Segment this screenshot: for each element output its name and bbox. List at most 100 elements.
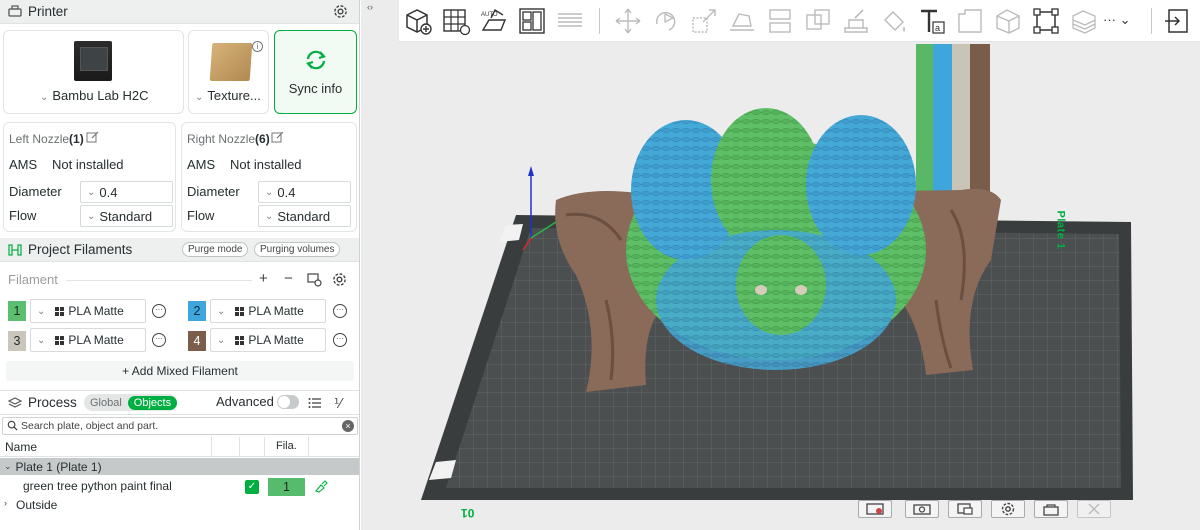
filament-spool-icon — [8, 243, 22, 257]
plate-tree-row[interactable]: ⌄ Plate 1 (Plate 1) — [0, 458, 359, 475]
fila-column-header[interactable]: Fila. — [264, 437, 308, 457]
add-mixed-filament-button[interactable]: + Add Mixed Filament — [6, 361, 354, 381]
3d-viewport[interactable]: ‹› Plate 1 01 AUTO a ··· ⌄ — [361, 0, 1200, 530]
emboss-icon[interactable] — [955, 6, 985, 36]
filament-select[interactable]: ⌄ PLA Matte — [210, 299, 326, 323]
left-diameter-select[interactable]: ⌄ 0.4 — [80, 181, 173, 203]
objects-tab[interactable]: Objects — [127, 395, 178, 410]
plate-row-label: Plate 1 (Plate 1) — [15, 459, 102, 474]
column-divider — [239, 437, 264, 457]
chevron-down-icon: ⌄ — [87, 186, 96, 198]
filament-number-badge[interactable]: 3 — [8, 331, 26, 351]
filament-divider — [66, 280, 252, 281]
svg-text:AUTO: AUTO — [481, 12, 498, 18]
support-paint-icon[interactable] — [841, 6, 871, 36]
more-options-icon[interactable]: ··· — [152, 304, 166, 318]
measure-icon[interactable] — [1031, 6, 1061, 36]
model-snake-head — [736, 235, 826, 335]
rotate-icon[interactable] — [651, 6, 681, 36]
right-nozzle-title: Right Nozzle — [187, 132, 256, 146]
filament-preset-icon — [55, 335, 65, 345]
more-options-icon[interactable]: ··· — [333, 304, 347, 318]
info-icon[interactable]: i — [252, 41, 263, 52]
sync-info-button[interactable]: Sync info — [274, 30, 357, 114]
right-flow-label: Flow — [187, 208, 215, 223]
lay-on-face-icon[interactable] — [727, 6, 757, 36]
filament-number-badge[interactable]: 2 — [188, 301, 206, 321]
object-tree-row[interactable]: green tree python paint final ✓ 1 — [0, 477, 359, 497]
filament-number-badge[interactable]: 4 — [188, 331, 206, 351]
scale-icon[interactable] — [689, 6, 719, 36]
right-ams-label: AMS — [187, 157, 216, 172]
top-toolbar: AUTO a ··· ⌄ — [399, 0, 1200, 42]
left-flow-select[interactable]: ⌄ Standard — [80, 205, 173, 227]
layer-height-icon[interactable] — [1069, 6, 1099, 36]
layers-icon[interactable] — [555, 6, 585, 36]
object-printable-checkbox[interactable]: ✓ — [245, 480, 259, 494]
plate-type-label: Texture... — [207, 88, 261, 103]
filaments-title: Project Filaments — [28, 242, 133, 257]
grid-icon[interactable] — [441, 6, 471, 36]
column-divider — [211, 437, 239, 457]
more-options-icon[interactable]: ··· — [333, 333, 347, 347]
add-filament-icon[interactable]: + — [259, 270, 268, 287]
outside-tree-row[interactable]: › Outside — [0, 497, 359, 515]
auto-orient-icon[interactable]: AUTO — [479, 6, 509, 36]
chevron-down-icon: ⌄ — [37, 334, 46, 346]
filament-select[interactable]: ⌄ PLA Matte — [210, 328, 326, 352]
list-view-icon[interactable] — [308, 397, 322, 412]
cut-icon[interactable] — [765, 6, 795, 36]
left-diameter-label: Diameter — [9, 184, 62, 199]
edit-icon[interactable] — [86, 131, 99, 147]
settings-plate-gear-icon[interactable] — [991, 500, 1025, 518]
object-table-header: Name Fila. — [0, 437, 359, 457]
camera-icon[interactable] — [905, 500, 939, 518]
edit-icon[interactable] — [271, 131, 284, 147]
purge-mode-button[interactable]: Purge mode — [182, 242, 249, 257]
filament-sync-icon[interactable] — [307, 273, 322, 290]
purging-volumes-button[interactable]: Purging volumes — [254, 242, 341, 257]
left-nozzle-title: Left Nozzle — [9, 132, 70, 146]
delete-plate-close-icon[interactable] — [1077, 500, 1111, 518]
layers-stack-icon — [8, 396, 22, 410]
text-icon[interactable]: a — [917, 6, 947, 36]
object-search-input[interactable]: Search plate, object and part. × — [2, 417, 358, 435]
sync-plate-icon[interactable] — [948, 500, 982, 518]
left-ams-label: AMS — [9, 157, 38, 172]
printer-model-card[interactable]: ⌄ Bambu Lab H2C — [3, 30, 184, 114]
object-filament-chip[interactable]: 1 — [268, 478, 305, 496]
svg-text:a: a — [935, 23, 940, 33]
export-icon[interactable] — [1163, 6, 1193, 36]
global-tab[interactable]: Global — [84, 396, 128, 410]
more-options-icon[interactable]: ··· — [152, 333, 166, 347]
sync-info-label: Sync info — [288, 81, 343, 96]
more-icon[interactable]: ··· ⌄ — [1103, 12, 1131, 28]
left-nozzle-panel: Left Nozzle(1) AMS Not installed Diamete… — [3, 122, 176, 232]
filament-settings-gear-icon[interactable] — [332, 272, 347, 290]
left-flow-label: Flow — [9, 208, 37, 223]
filament-select[interactable]: ⌄ PLA Matte — [30, 328, 146, 352]
move-icon[interactable] — [613, 6, 643, 36]
view-plate-icon[interactable] — [858, 500, 892, 518]
advanced-toggle-switch[interactable] — [277, 395, 299, 409]
right-flow-select[interactable]: ⌄ Standard — [258, 205, 351, 227]
compare-settings-icon[interactable]: ⅟ — [334, 396, 341, 412]
filament-select[interactable]: ⌄ PLA Matte — [30, 299, 146, 323]
prime-tower-layer — [970, 44, 990, 194]
boolean-icon[interactable] — [803, 6, 833, 36]
clear-search-icon[interactable]: × — [342, 420, 354, 432]
assembly-icon[interactable] — [993, 6, 1023, 36]
plate-type-card[interactable]: i ⌄ Texture... — [188, 30, 269, 114]
remove-filament-icon[interactable]: − — [284, 270, 293, 287]
plate-name-label[interactable]: Plate 1 — [1054, 211, 1066, 250]
filament-number-badge[interactable]: 1 — [8, 301, 26, 321]
lock-plate-icon[interactable] — [1034, 500, 1068, 518]
add-cube-icon[interactable] — [403, 6, 433, 36]
right-diameter-select[interactable]: ⌄ 0.4 — [258, 181, 351, 203]
arrange-icon[interactable] — [517, 6, 547, 36]
printer-settings-gear-icon[interactable] — [333, 4, 348, 22]
filament-preset-icon — [55, 306, 65, 316]
color-paint-icon[interactable] — [879, 6, 909, 36]
paint-brush-icon[interactable] — [314, 480, 328, 496]
name-column-header[interactable]: Name — [5, 440, 37, 454]
